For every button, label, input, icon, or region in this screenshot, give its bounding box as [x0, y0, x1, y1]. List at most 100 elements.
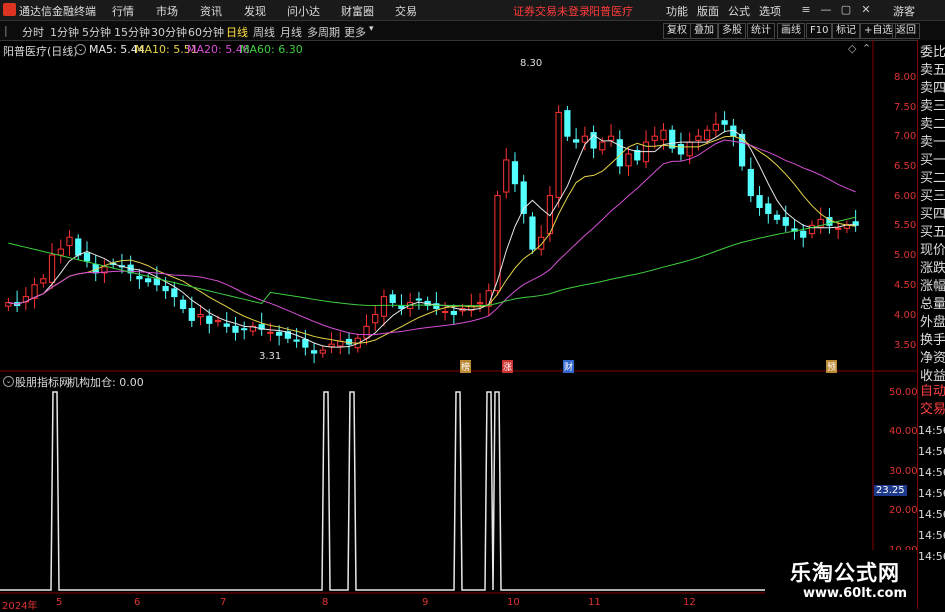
x-tick: 11 [588, 597, 601, 608]
side-time: 14:56 [918, 424, 945, 437]
candle-body [450, 310, 457, 315]
indicator-options-icon[interactable]: ⌄ [3, 376, 14, 387]
candle-body [276, 331, 283, 336]
menu-jiaoyi[interactable]: 交易 [395, 3, 417, 19]
diejia-button[interactable]: 叠加 [690, 23, 718, 39]
period-60min[interactable]: 60分钟 [188, 24, 224, 40]
close-icon[interactable]: ✕ [858, 2, 874, 18]
candles-group [5, 105, 859, 364]
period-1min[interactable]: 1分钟 [50, 24, 79, 40]
f10-button[interactable]: F10 [806, 23, 833, 39]
menu-gongshi[interactable]: 公式 [728, 3, 750, 19]
ma10-line [8, 135, 856, 344]
menu-gongneng[interactable]: 功能 [666, 3, 688, 19]
indicator-current-value: 23.25 [874, 485, 907, 496]
side-item[interactable]: 委比 [920, 46, 945, 59]
candle-body [162, 286, 169, 292]
quote-side-panel: 委比卖五卖四卖三卖二卖一买一买二买三买四买五现价涨跌涨幅总量外盘换手净资收益自动… [917, 40, 945, 609]
low-price-label: 3.31 [259, 351, 282, 362]
period-multi[interactable]: 多周期 [307, 24, 340, 40]
back-button[interactable]: 返回 [892, 23, 920, 39]
menu-caifuquan[interactable]: 财富圈 [341, 3, 374, 19]
menu-faxian[interactable]: 发现 [244, 3, 266, 19]
side-item[interactable]: 卖三 [920, 100, 945, 113]
period-30min[interactable]: 30分钟 [151, 24, 187, 40]
period-5min[interactable]: 5分钟 [82, 24, 111, 40]
maximize-icon[interactable]: ▢ [838, 2, 854, 18]
candle-body [564, 110, 571, 137]
side-item[interactable]: 涨幅 [920, 280, 945, 293]
y-tick: 4.50 [894, 280, 917, 291]
collapse-icon[interactable]: ⌃ [862, 42, 871, 55]
add-favorite-button[interactable]: +自选 [860, 23, 897, 39]
y-tick: 4.00 [894, 310, 917, 321]
menu-xuanxiang[interactable]: 选项 [759, 3, 781, 19]
side-item[interactable]: 现价 [920, 244, 945, 257]
side-item[interactable]: 买二 [920, 172, 945, 185]
indicator-site-title: 股朋指标网 [15, 376, 70, 389]
side-item[interactable]: 卖五 [920, 64, 945, 77]
side-item-trade[interactable]: 自动 [920, 385, 945, 398]
candle-body [800, 230, 807, 238]
side-item[interactable]: 卖一 [920, 136, 945, 149]
menu-shichang[interactable]: 市场 [156, 3, 178, 19]
x-tick: 5 [56, 597, 63, 608]
candle-body [660, 129, 667, 141]
period-15min[interactable]: 15分钟 [114, 24, 150, 40]
login-warning[interactable]: 证券交易未登录 [513, 3, 590, 19]
candle-body [40, 278, 47, 284]
menu-wenxiaoda[interactable]: 问小达 [287, 3, 320, 19]
settings-icon[interactable]: ≡ [798, 2, 814, 18]
x-tick: 7 [220, 597, 227, 608]
candlestick-chart[interactable] [0, 40, 917, 372]
menu-hangqing[interactable]: 行情 [112, 3, 134, 19]
candle-body [625, 153, 632, 167]
duogu-button[interactable]: 多股 [718, 23, 746, 39]
x-tick: 10 [507, 597, 520, 608]
candle-body [651, 135, 658, 141]
menu-banmian[interactable]: 版面 [697, 3, 719, 19]
candle-body [75, 238, 82, 256]
candle-body [573, 139, 580, 143]
minimize-icon[interactable]: — [818, 2, 834, 18]
side-item[interactable]: 买三 [920, 190, 945, 203]
side-item-trade[interactable]: 交易 [920, 403, 945, 416]
side-item[interactable]: 净资 [920, 352, 945, 365]
period-daily[interactable]: 日线 [226, 24, 248, 40]
period-monthly[interactable]: 月线 [280, 24, 302, 40]
diamond-icon[interactable]: ◇ [848, 42, 856, 55]
side-item[interactable]: 总量 [920, 298, 945, 311]
tongji-button[interactable]: 统计 [747, 23, 775, 39]
period-more[interactable]: 更多 [344, 24, 366, 40]
user-label[interactable]: 游客 [893, 3, 915, 19]
candle-body [145, 278, 152, 283]
side-item[interactable]: 换手 [920, 334, 945, 347]
side-item[interactable]: 涨跌 [920, 262, 945, 275]
candle-body [57, 248, 64, 256]
side-item[interactable]: 买一 [920, 154, 945, 167]
side-item[interactable]: 买五 [920, 226, 945, 239]
huaxian-button[interactable]: 画线 [777, 23, 805, 39]
candle-body [599, 141, 606, 151]
biaoji-button[interactable]: 标记 [832, 23, 860, 39]
side-item[interactable]: 卖二 [920, 118, 945, 131]
indicator-name: 机构加仓: 0.00 [68, 376, 144, 389]
chart-options-icon[interactable]: ⌄ [75, 44, 86, 55]
menu-zixun[interactable]: 资讯 [200, 3, 222, 19]
period-fenshi[interactable]: 分时 [22, 24, 44, 40]
y-tick: 6.50 [894, 161, 917, 172]
candle-body [695, 135, 702, 141]
more-chevron-icon[interactable]: ▾ [369, 24, 374, 34]
fuquan-button[interactable]: 复权 [663, 23, 691, 39]
watermark-title: 乐淘公式网 [790, 561, 900, 585]
side-item[interactable]: 卖四 [920, 82, 945, 95]
y-tick: 6.00 [894, 191, 917, 202]
side-item[interactable]: 收益 [920, 370, 945, 383]
side-item[interactable]: 买四 [920, 208, 945, 221]
candle-body [188, 308, 195, 321]
side-item[interactable]: 外盘 [920, 316, 945, 329]
candle-body [669, 129, 676, 149]
period-weekly[interactable]: 周线 [253, 24, 275, 40]
side-time: 14:56 [918, 529, 945, 542]
side-time: 14:56 [918, 550, 945, 563]
